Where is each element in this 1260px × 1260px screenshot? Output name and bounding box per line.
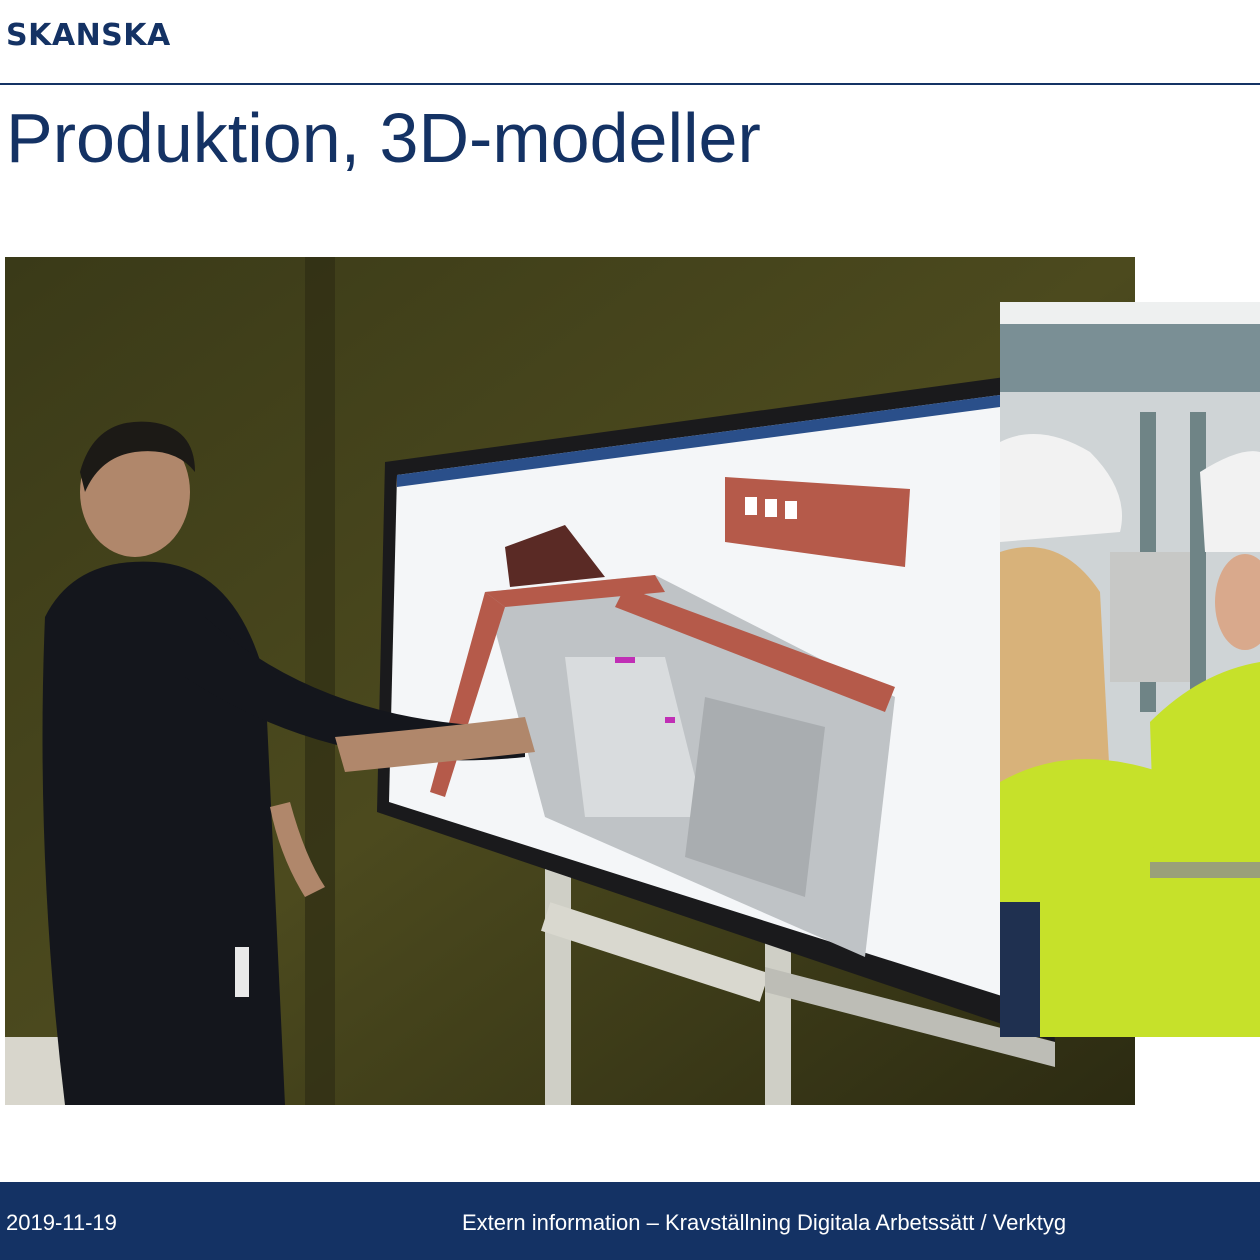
skanska-logo: SKANSKA <box>6 18 171 53</box>
footer-bar: 2019-11-19 Extern information – Kravstäl… <box>0 1182 1260 1260</box>
workers-photo <box>1000 302 1260 1037</box>
footer-date: 2019-11-19 <box>6 1210 117 1235</box>
presenter-photo <box>5 257 1135 1105</box>
slide-title: Produktion, 3D-modeller <box>6 99 761 177</box>
footer-info: Extern information – Kravställning Digit… <box>462 1210 1067 1235</box>
header-divider <box>0 83 1260 85</box>
